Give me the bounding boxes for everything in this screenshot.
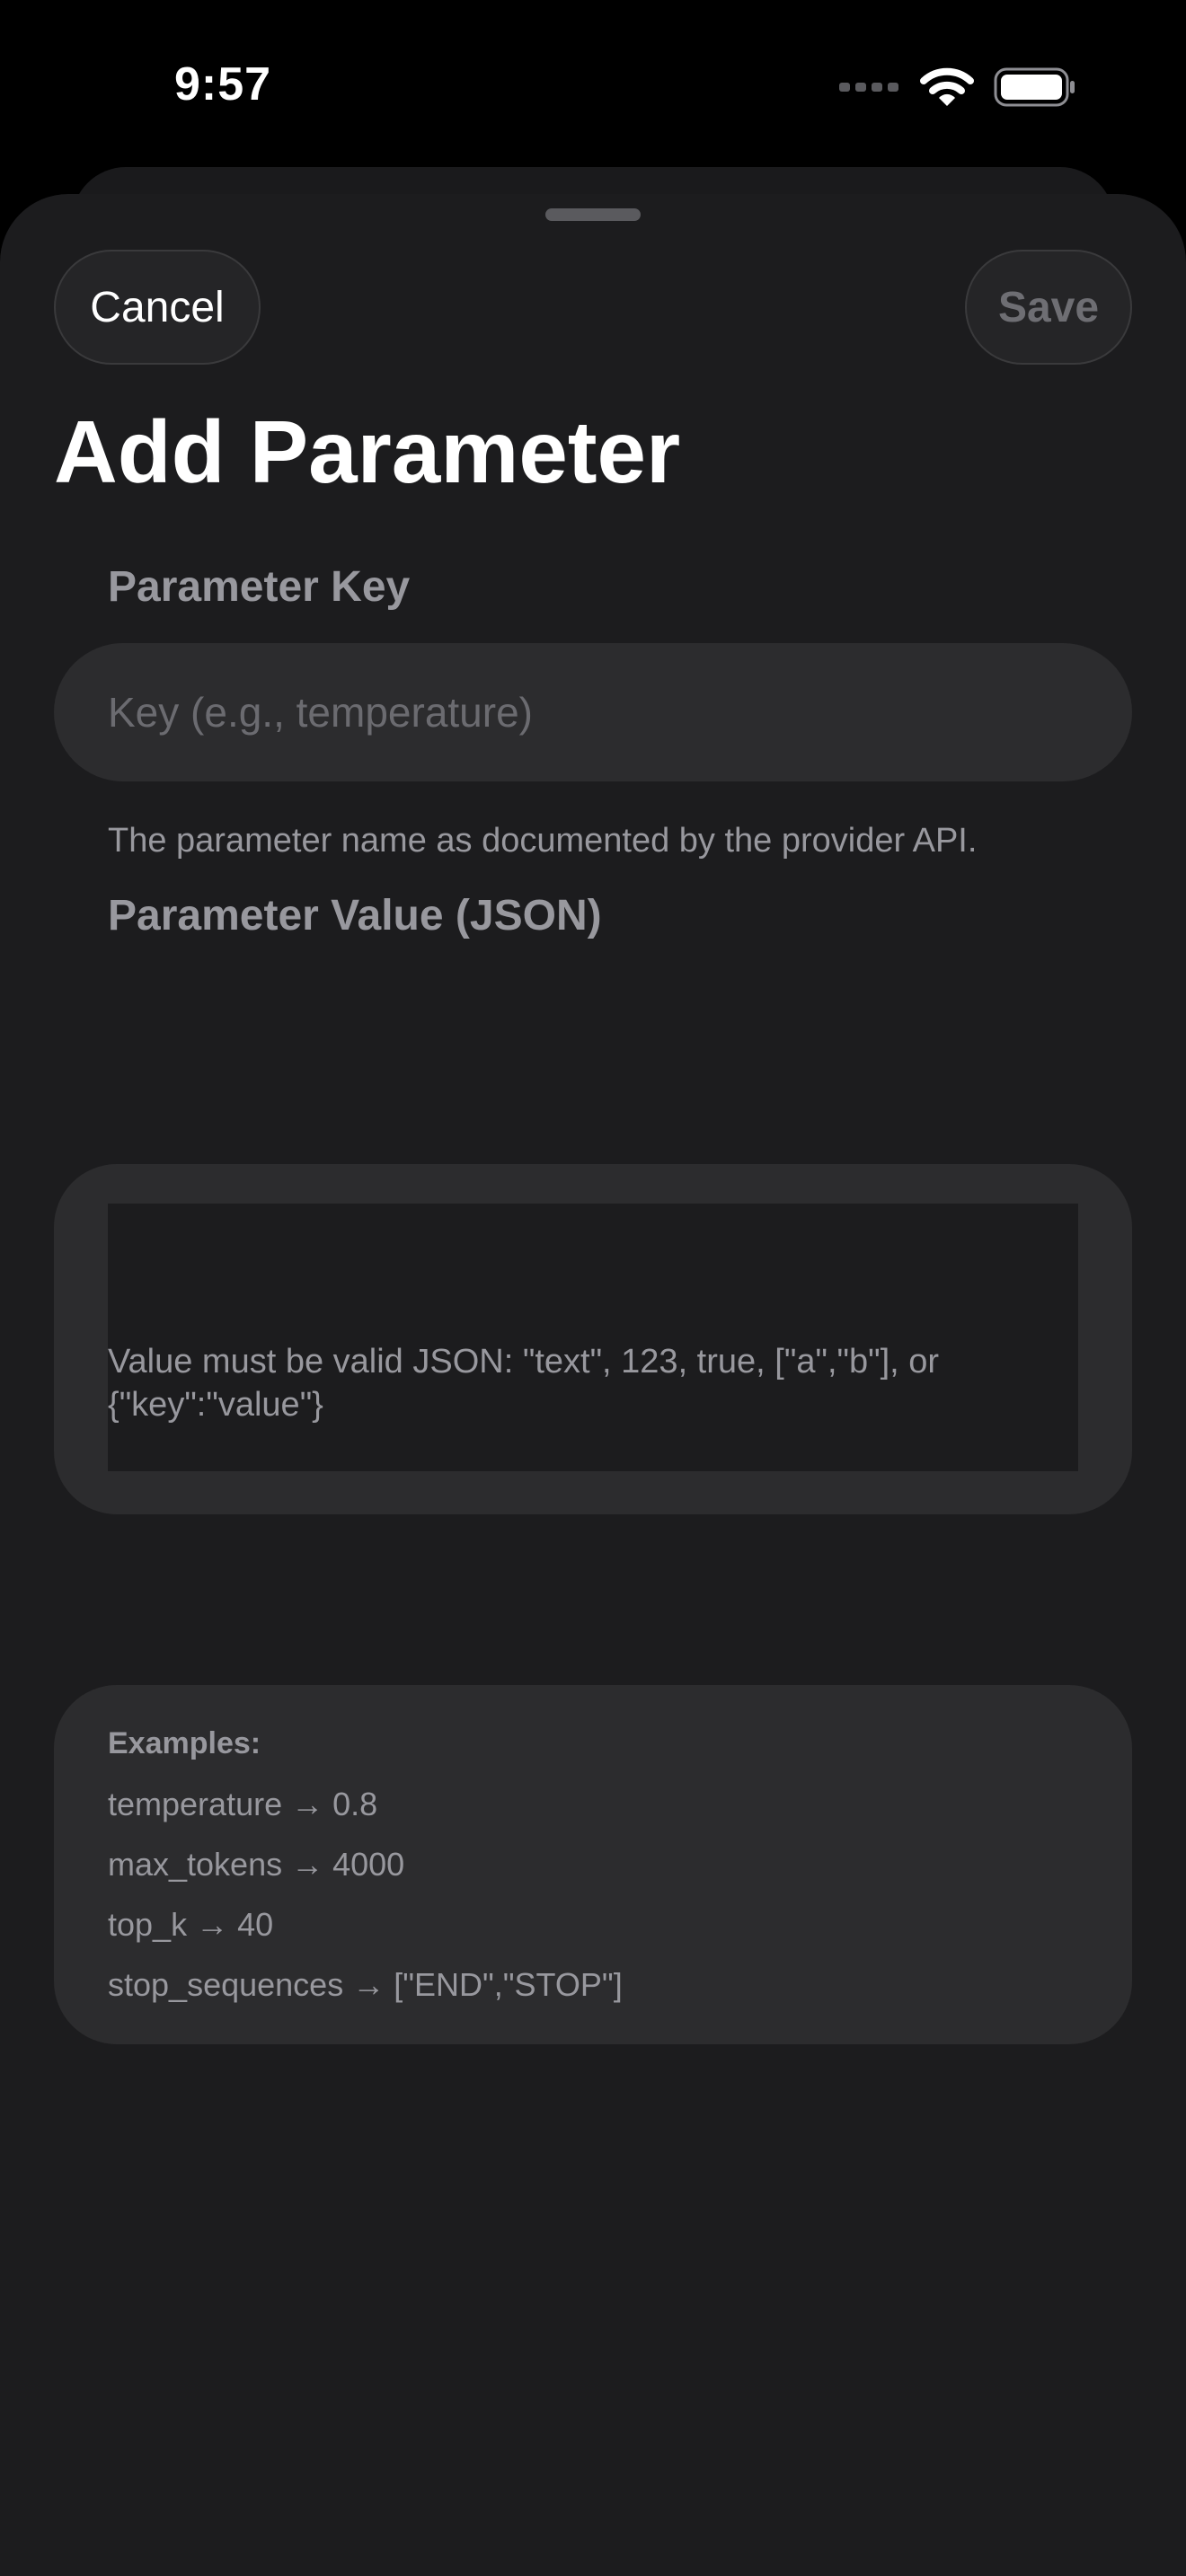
wifi-icon [920, 67, 974, 106]
save-button[interactable]: Save [965, 250, 1132, 365]
parameter-value-editor[interactable] [108, 1204, 1078, 1471]
cellular-signal-icon [839, 83, 898, 92]
example-item: stop_sequences → ["END","STOP"] [108, 1966, 623, 2003]
parameter-key-header: Parameter Key [108, 563, 411, 611]
examples-title: Examples: [108, 1726, 261, 1760]
example-item: top_k → 40 [108, 1906, 274, 1943]
add-parameter-sheet: Cancel Save Add Parameter Parameter Key … [0, 194, 1186, 2576]
parameter-key-input[interactable] [54, 643, 1132, 781]
status-time: 9:57 [174, 58, 272, 110]
sheet-grabber[interactable] [545, 208, 641, 221]
parameter-value-container [54, 1164, 1132, 1514]
example-item: max_tokens → 4000 [108, 1846, 405, 1883]
cancel-button[interactable]: Cancel [54, 250, 261, 365]
examples-card: Examples: temperature → 0.8 max_tokens →… [54, 1685, 1132, 2044]
battery-icon [994, 67, 1075, 107]
status-icons [839, 66, 1076, 108]
parameter-key-footer: The parameter name as documented by the … [108, 822, 978, 860]
parameter-value-header: Parameter Value (JSON) [108, 892, 602, 940]
parameter-value-footer: Value must be valid JSON: "text", 123, t… [108, 1343, 940, 1424]
example-item: temperature → 0.8 [108, 1786, 378, 1822]
page-title: Add Parameter [54, 402, 681, 501]
status-bar: 9:57 [0, 0, 1186, 171]
